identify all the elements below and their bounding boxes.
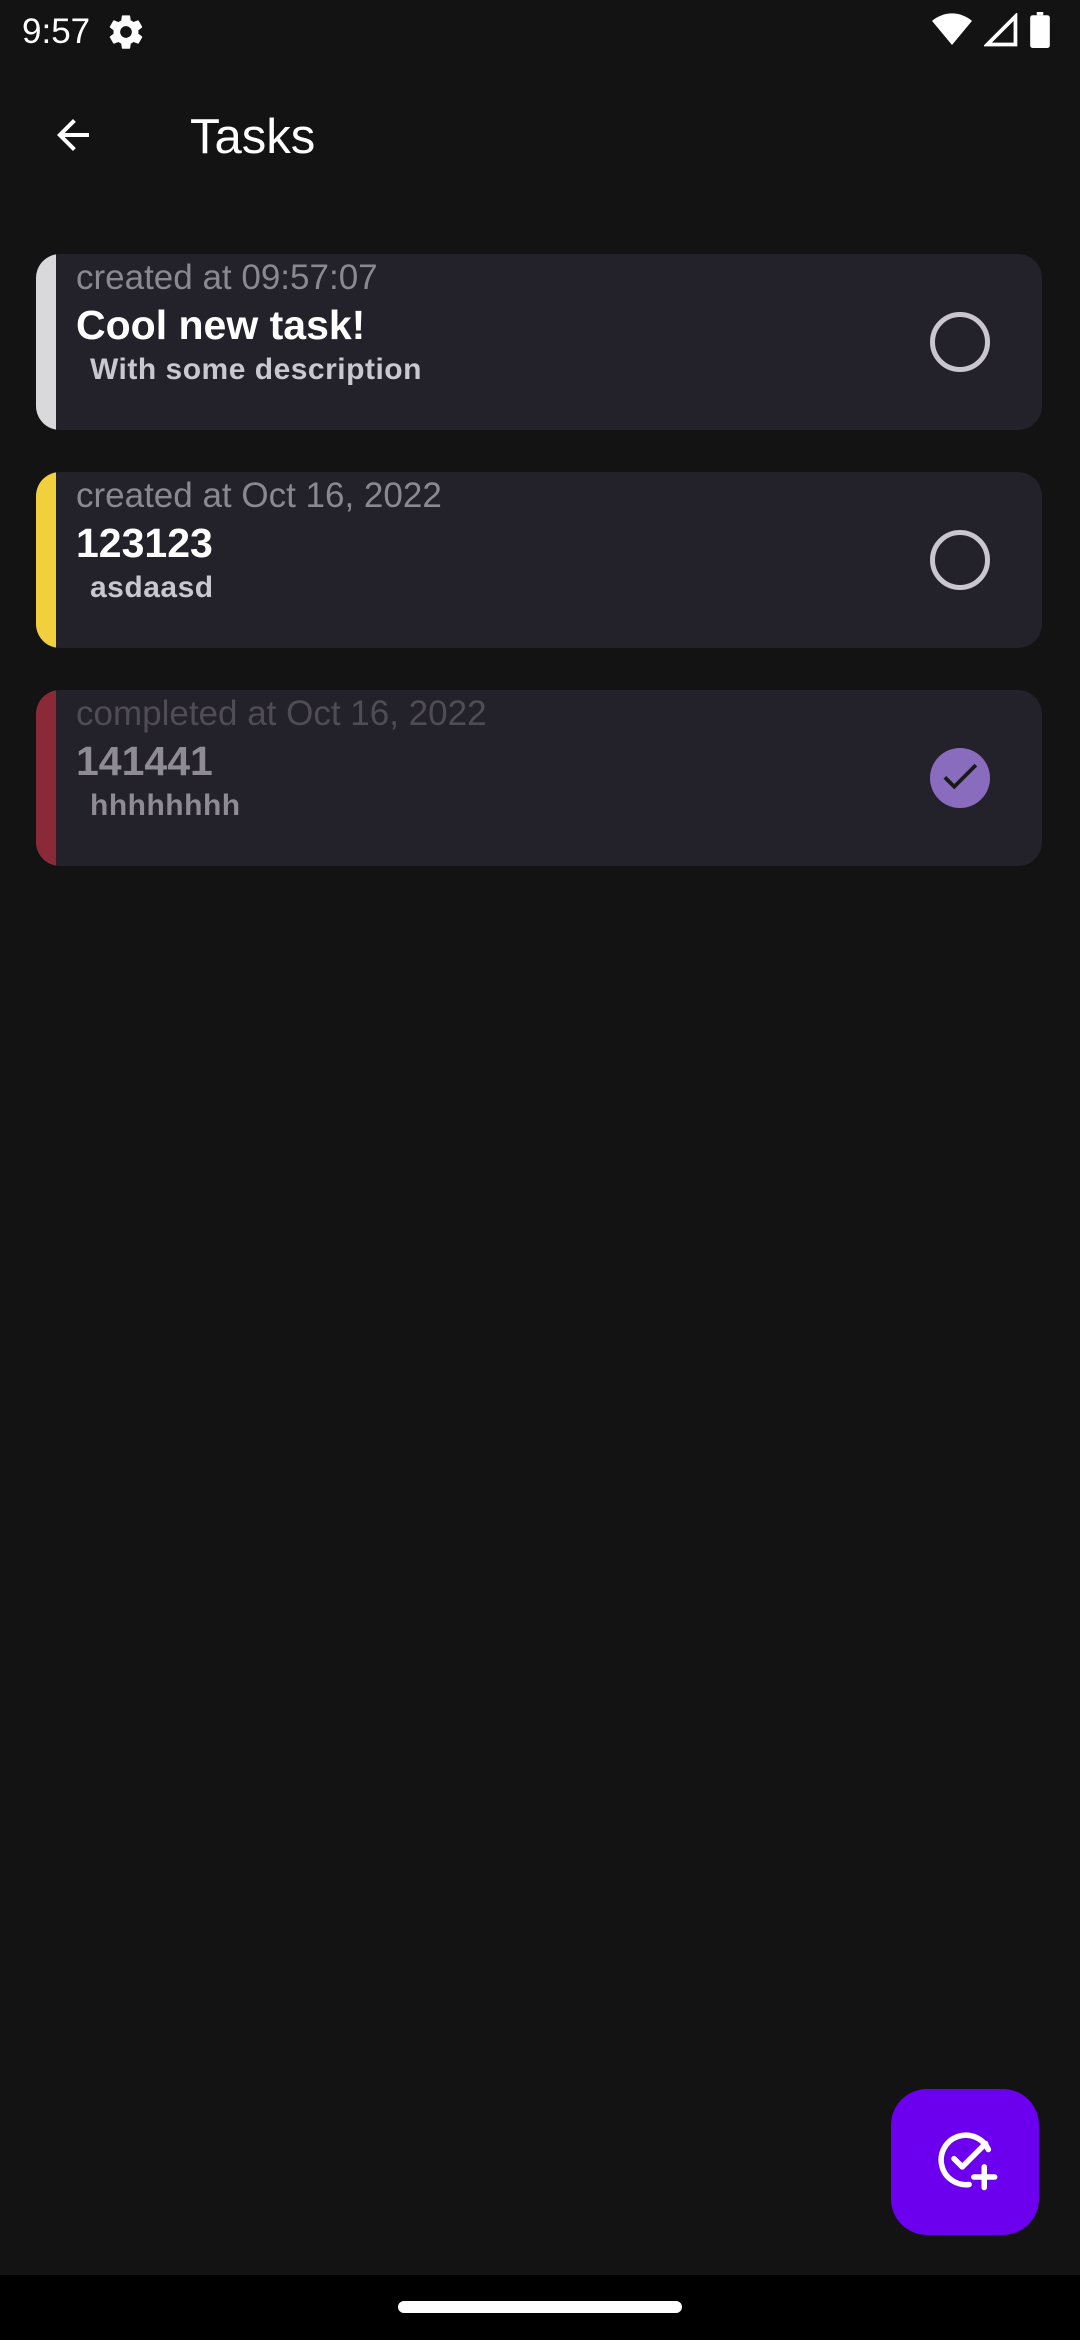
wifi-icon (932, 12, 972, 48)
task-color-stripe (36, 690, 56, 866)
task-title: 141441 (76, 738, 213, 784)
task-title: 123123 (76, 520, 213, 566)
task-card[interactable]: completed at Oct 16, 2022 141441 hhhhhhh… (36, 690, 1042, 866)
cellular-signal-icon (984, 13, 1018, 47)
task-title: Cool new task! (76, 302, 366, 348)
task-created-at: created at Oct 16, 2022 (76, 476, 442, 515)
status-time: 9:57 (22, 12, 91, 51)
add-task-icon (932, 2127, 998, 2198)
task-complete-checkbox[interactable] (930, 530, 990, 590)
home-gesture-handle[interactable] (398, 2301, 682, 2313)
task-card[interactable]: created at 09:57:07 Cool new task! With … (36, 254, 1042, 430)
status-bar: 9:57 (0, 0, 1080, 64)
task-description: asdaasd (90, 571, 214, 604)
task-color-stripe (36, 472, 56, 648)
status-icons (932, 12, 1050, 48)
arrow-left-icon (49, 111, 97, 164)
navigation-bar (0, 2275, 1080, 2340)
task-list: created at 09:57:07 Cool new task! With … (36, 254, 1042, 908)
task-color-stripe (36, 254, 56, 430)
battery-icon (1030, 12, 1050, 48)
page-title: Tasks (190, 110, 316, 164)
task-complete-checkbox[interactable] (930, 312, 990, 372)
add-task-button[interactable] (891, 2089, 1039, 2235)
task-card[interactable]: created at Oct 16, 2022 123123 asdaasd (36, 472, 1042, 648)
task-description: With some description (90, 353, 422, 386)
settings-gear-icon (106, 12, 146, 52)
task-description: hhhhhhhh (90, 789, 241, 822)
task-created-at: created at 09:57:07 (76, 258, 378, 297)
back-button[interactable] (36, 100, 110, 174)
app-bar: Tasks (0, 64, 1080, 210)
task-completed-at: completed at Oct 16, 2022 (76, 694, 487, 733)
checkmark-icon (937, 753, 983, 804)
task-complete-checkbox[interactable] (930, 748, 990, 808)
